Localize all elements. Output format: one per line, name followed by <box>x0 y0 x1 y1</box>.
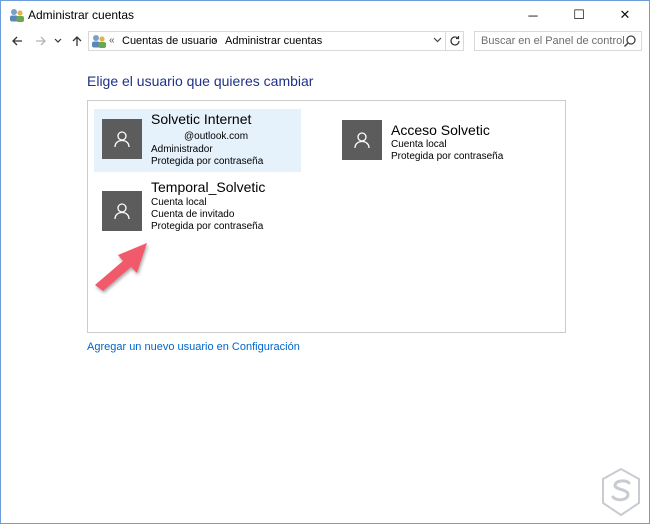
arrow-up-icon <box>72 36 82 46</box>
search-input[interactable]: Buscar en el Panel de control <box>474 31 642 51</box>
close-button[interactable]: ✕ <box>602 1 648 29</box>
add-user-link[interactable]: Agregar un nuevo usuario en Configuració… <box>87 341 300 353</box>
search-icon[interactable] <box>623 34 637 48</box>
account-tile-solvetic-internet[interactable]: Solvetic Internet @outlook.com Administr… <box>94 109 301 172</box>
breadcrumb-user-accounts[interactable]: Cuentas de usuario <box>122 35 217 47</box>
refresh-icon <box>449 36 460 46</box>
solvetic-logo-icon <box>602 467 640 517</box>
maximize-icon: ☐ <box>573 7 585 22</box>
page-heading: Elige el usuario que quieres cambiar <box>87 73 314 89</box>
forward-button[interactable] <box>31 31 51 51</box>
chevron-down-icon <box>433 37 442 43</box>
close-icon: ✕ <box>619 7 631 22</box>
breadcrumb-manage-accounts[interactable]: Administrar cuentas <box>225 35 322 47</box>
user-icon <box>114 203 130 220</box>
account-protection: Protegida por contraseña <box>391 151 504 162</box>
window-title: Administrar cuentas <box>28 8 135 22</box>
arrow-left-icon <box>12 36 22 46</box>
chevron-down-icon <box>54 38 62 43</box>
account-type: Cuenta local <box>391 139 447 150</box>
avatar <box>102 191 142 231</box>
address-toolbar: « Cuentas de usuario › Administrar cuent… <box>1 29 649 53</box>
account-name: Acceso Solvetic <box>391 122 490 138</box>
control-panel-window: Administrar cuentas ─ ☐ ✕ « Cuentas de u… <box>0 0 650 524</box>
account-name: Solvetic Internet <box>151 111 252 127</box>
account-email: @outlook.com <box>184 131 249 142</box>
address-dropdown-button[interactable] <box>433 35 442 46</box>
account-role: Cuenta de invitado <box>151 209 235 220</box>
breadcrumb-separator[interactable]: › <box>213 35 216 46</box>
accounts-panel: Solvetic Internet @outlook.com Administr… <box>87 100 566 333</box>
account-protection: Protegida por contraseña <box>151 221 264 232</box>
up-button[interactable] <box>67 31 87 51</box>
user-accounts-icon <box>92 35 106 48</box>
user-icon <box>354 132 370 149</box>
maximize-button[interactable]: ☐ <box>556 1 602 29</box>
refresh-button[interactable] <box>446 31 464 51</box>
account-type: Administrador <box>151 144 213 155</box>
minimize-icon: ─ <box>528 7 538 23</box>
breadcrumb-overflow[interactable]: « <box>109 35 115 46</box>
address-bar[interactable]: « Cuentas de usuario › Administrar cuent… <box>88 31 446 51</box>
recent-locations-button[interactable] <box>51 31 65 51</box>
account-name: Temporal_Solvetic <box>151 179 266 195</box>
back-button[interactable] <box>7 31 27 51</box>
minimize-button[interactable]: ─ <box>510 1 556 29</box>
account-protection: Protegida por contraseña <box>151 156 264 167</box>
user-icon <box>114 131 130 148</box>
account-tile-acceso-solvetic[interactable]: Acceso Solvetic Cuenta local Protegida p… <box>334 109 541 172</box>
search-placeholder: Buscar en el Panel de control <box>481 35 625 47</box>
main-content: Elige el usuario que quieres cambiar Sol… <box>1 53 649 523</box>
account-type: Cuenta local <box>151 197 207 208</box>
title-bar[interactable]: Administrar cuentas ─ ☐ ✕ <box>1 1 649 29</box>
avatar <box>102 119 142 159</box>
avatar <box>342 120 382 160</box>
annotation-arrow-icon <box>95 243 147 291</box>
user-accounts-icon <box>10 9 24 22</box>
arrow-right-icon <box>36 36 46 46</box>
